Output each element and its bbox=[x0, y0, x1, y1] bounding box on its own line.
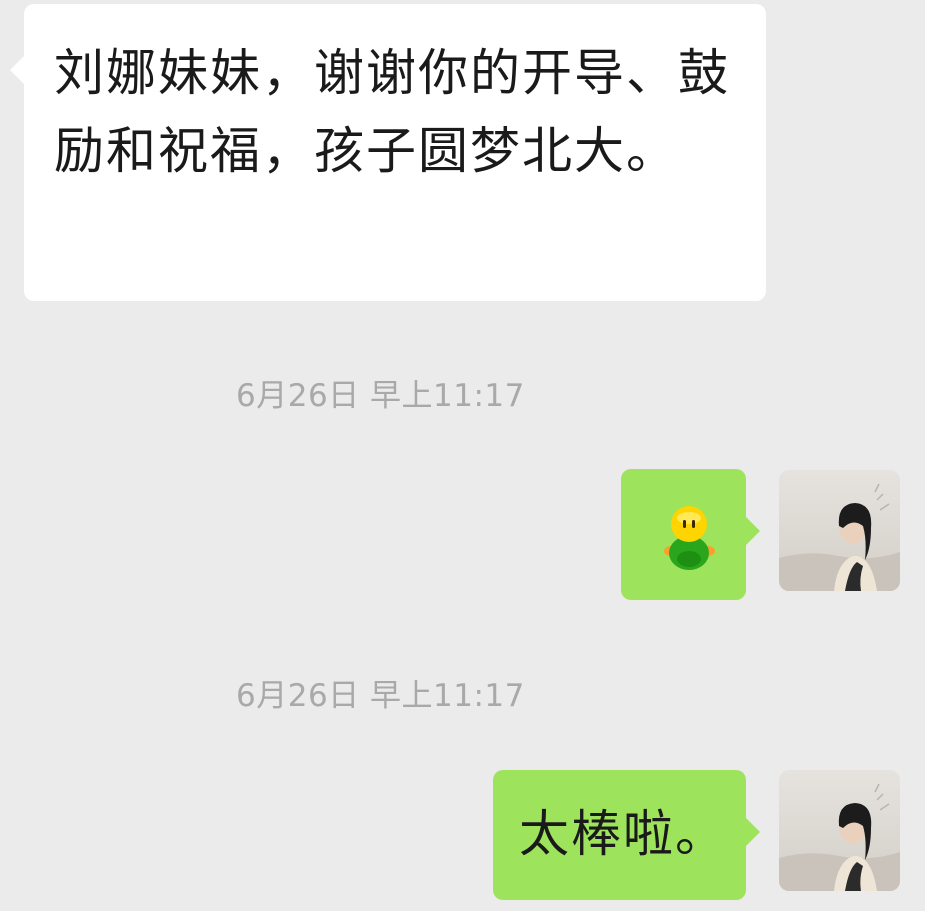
message-timestamp: 6月26日 早上11:17 bbox=[236, 378, 525, 414]
message-timestamp: 6月26日 早上11:17 bbox=[236, 678, 525, 714]
bubble-tail bbox=[746, 517, 760, 545]
user-avatar[interactable] bbox=[779, 470, 900, 591]
sent-emoji-bubble[interactable] bbox=[621, 469, 760, 600]
bubble-tail bbox=[10, 56, 24, 84]
sent-message-bubble[interactable]: 太棒啦。 bbox=[493, 770, 760, 900]
bubble-tail bbox=[746, 818, 760, 846]
received-message-text: 刘娜妹妹，谢谢你的开导、鼓励和祝福，孩子圆梦北大。 bbox=[54, 44, 730, 180]
received-message-bubble[interactable]: 刘娜妹妹，谢谢你的开导、鼓励和祝福，孩子圆梦北大。 bbox=[10, 4, 766, 301]
user-avatar[interactable] bbox=[779, 770, 900, 891]
green-smiley-emoji-icon bbox=[664, 506, 715, 570]
sent-message-text: 太棒啦。 bbox=[519, 805, 727, 863]
avatar-photo-icon bbox=[779, 770, 900, 891]
avatar-photo-icon bbox=[779, 470, 900, 591]
